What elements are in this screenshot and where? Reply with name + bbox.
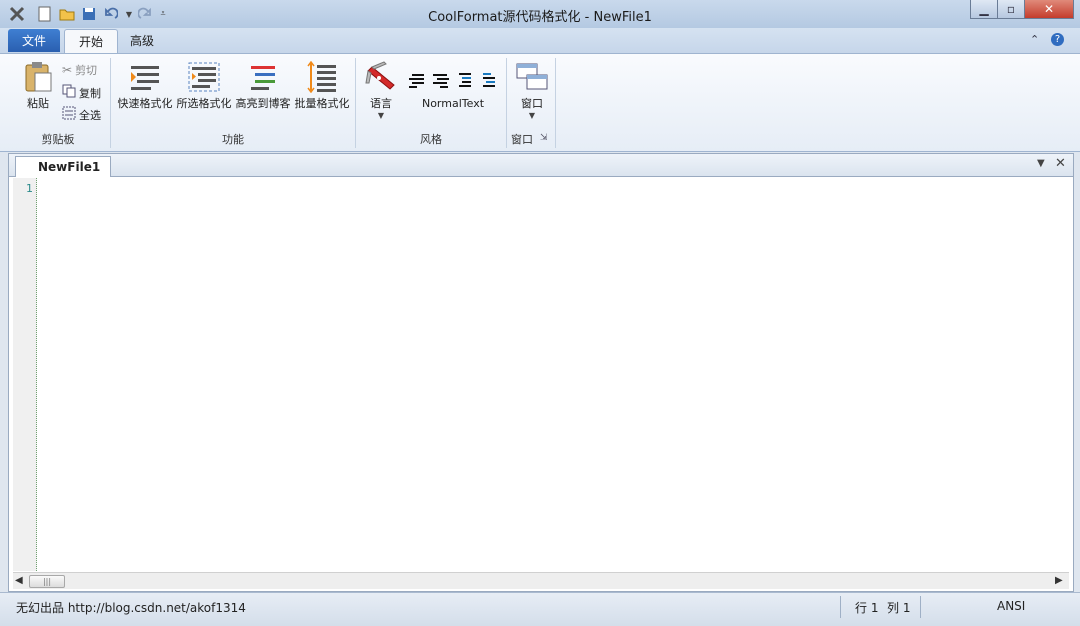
- tab-file[interactable]: 文件: [8, 29, 61, 52]
- group-divider: [110, 58, 111, 148]
- document-tab[interactable]: NewFile1: [15, 156, 112, 177]
- maximize-button[interactable]: ▫: [997, 0, 1025, 19]
- quick-format-label: 快速格式化: [117, 97, 173, 110]
- selected-format-icon: [186, 59, 222, 95]
- status-column: 列 1: [887, 601, 911, 615]
- help-icon[interactable]: ?: [1051, 33, 1064, 46]
- scroll-thumb[interactable]: |||: [29, 575, 65, 588]
- style-name-label[interactable]: NormalText: [408, 97, 498, 110]
- document-tab-bar: NewFile1 ▼ ✕: [9, 154, 1073, 177]
- paste-icon: [20, 59, 56, 95]
- select-all-icon: [62, 106, 76, 123]
- collapse-ribbon-icon[interactable]: ⌃: [1030, 33, 1039, 46]
- minimize-button[interactable]: ▁: [970, 0, 998, 19]
- copy-icon: [62, 84, 76, 101]
- status-divider: [840, 596, 841, 618]
- selected-format-label: 所选格式化: [176, 97, 232, 110]
- group-label-style: 风格: [420, 133, 442, 146]
- highlight-blog-label: 高亮到博客: [235, 97, 291, 110]
- group-label-clipboard: 剪贴板: [41, 133, 75, 146]
- style-option-1-icon[interactable]: [408, 72, 426, 91]
- select-all-button[interactable]: 全选: [62, 106, 101, 123]
- copy-label: 复制: [79, 86, 101, 100]
- close-button[interactable]: ✕: [1024, 0, 1074, 19]
- style-option-2-icon[interactable]: [432, 72, 450, 91]
- paste-button[interactable]: 粘贴: [20, 59, 56, 111]
- style-option-3-icon[interactable]: [456, 72, 474, 91]
- editor-panel: NewFile1 ▼ ✕ 1 ◀ ||| ▶: [8, 153, 1074, 592]
- title-bar: ▼ ⩡ CoolFormat源代码格式化 - NewFile1 ▁ ▫ ✕: [0, 0, 1080, 28]
- dialog-launcher-icon[interactable]: ⇲: [540, 133, 548, 143]
- copy-button[interactable]: 复制: [62, 84, 101, 101]
- ribbon: 粘贴 ✂ 剪切 复制 全选 剪贴板 快速格式化 所选格式化 高亮到博客 批量格式…: [0, 53, 1080, 152]
- batch-format-button[interactable]: 批量格式化: [293, 59, 351, 111]
- batch-format-icon: [304, 59, 340, 95]
- ribbon-tab-row: 文件 开始 高级 ⌃ ?: [0, 28, 1080, 53]
- scroll-left-icon[interactable]: ◀: [15, 575, 23, 586]
- line-number-gutter: 1: [13, 178, 37, 571]
- language-label: 语言: [370, 97, 392, 110]
- group-label-function: 功能: [222, 133, 244, 146]
- quick-format-button[interactable]: 快速格式化: [116, 59, 174, 111]
- swiss-knife-icon: [363, 59, 399, 95]
- status-encoding: ANSI: [997, 599, 1026, 613]
- highlight-blog-icon: [245, 59, 281, 95]
- status-credit: 无幻出品 http://blog.csdn.net/akof1314: [16, 601, 246, 615]
- select-all-label: 全选: [79, 108, 101, 122]
- window-button[interactable]: 窗口 ▼: [513, 59, 551, 120]
- group-divider: [555, 58, 556, 148]
- line-number: 1: [26, 182, 33, 195]
- horizontal-scrollbar[interactable]: ◀ ||| ▶: [13, 572, 1069, 589]
- scissors-icon: ✂: [62, 63, 73, 77]
- quick-format-icon: [127, 59, 163, 95]
- highlight-blog-button[interactable]: 高亮到博客: [234, 59, 292, 111]
- cut-button[interactable]: ✂ 剪切: [62, 62, 97, 78]
- group-label-window: 窗口: [511, 133, 533, 146]
- tab-list-dropdown-icon[interactable]: ▼: [1037, 158, 1045, 169]
- language-button[interactable]: 语言 ▼: [362, 59, 400, 120]
- group-divider: [506, 58, 507, 148]
- status-row: 行 1: [855, 601, 879, 615]
- tab-advanced[interactable]: 高级: [116, 29, 168, 52]
- tab-home[interactable]: 开始: [64, 29, 119, 53]
- style-option-4-icon[interactable]: [480, 72, 498, 91]
- status-divider: [920, 596, 921, 618]
- window-label: 窗口: [521, 97, 543, 110]
- paste-label: 粘贴: [27, 97, 49, 110]
- close-tab-icon[interactable]: ✕: [1055, 156, 1066, 171]
- chevron-down-icon: ▼: [528, 111, 536, 120]
- chevron-down-icon: ▼: [377, 111, 385, 120]
- cut-label: 剪切: [75, 64, 98, 77]
- window-icon: [514, 59, 550, 95]
- window-title: CoolFormat源代码格式化 - NewFile1: [428, 10, 652, 25]
- style-gallery: [408, 72, 498, 91]
- batch-format-label: 批量格式化: [294, 97, 350, 110]
- selected-format-button[interactable]: 所选格式化: [175, 59, 233, 111]
- group-divider: [355, 58, 356, 148]
- status-bar: 无幻出品 http://blog.csdn.net/akof1314 行 1 列…: [0, 592, 1080, 626]
- scroll-right-icon[interactable]: ▶: [1055, 575, 1063, 586]
- code-editor[interactable]: [39, 178, 1067, 571]
